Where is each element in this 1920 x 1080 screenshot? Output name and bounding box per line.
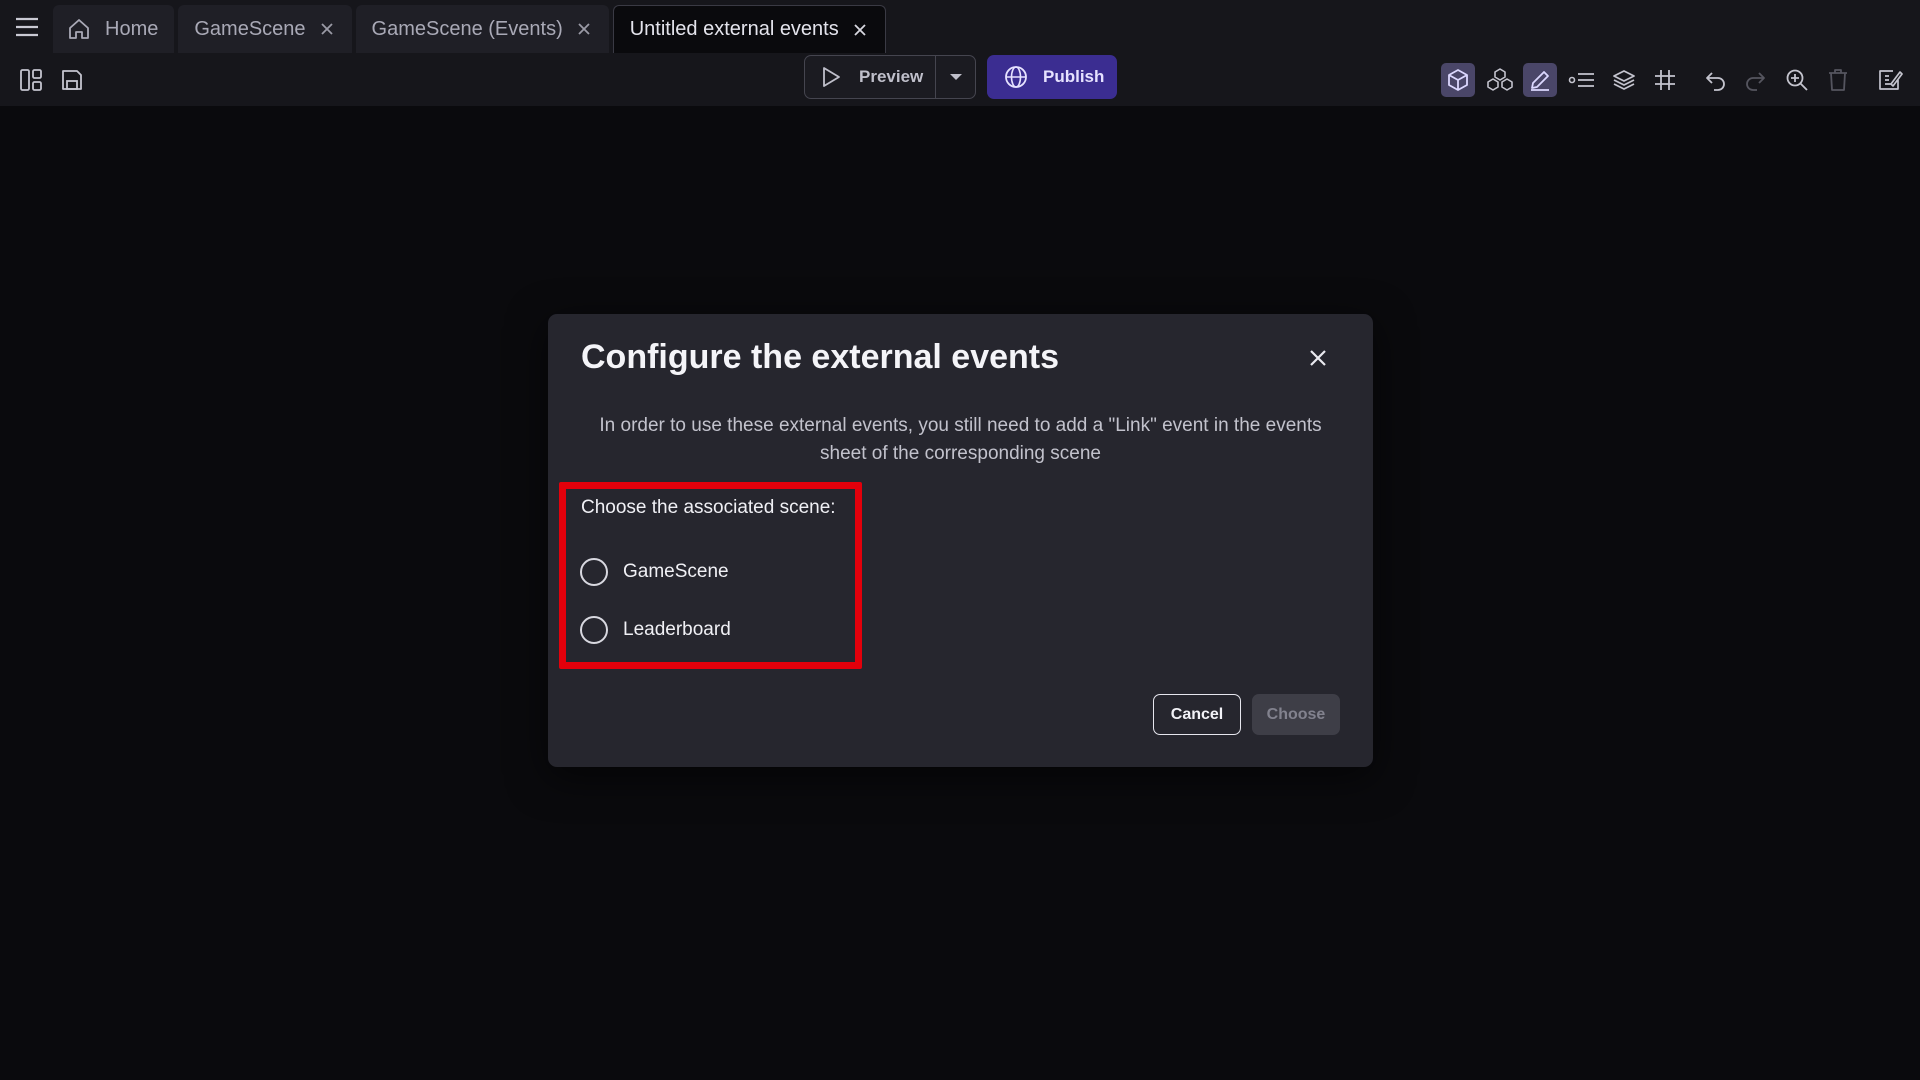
tab-untitled-external-events[interactable]: Untitled external events — [612, 5, 886, 53]
grid-icon[interactable] — [1648, 63, 1682, 97]
publish-button[interactable]: Publish — [987, 55, 1117, 99]
radio-button[interactable] — [580, 558, 608, 586]
layers-icon[interactable] — [1607, 63, 1641, 97]
configure-external-events-dialog: Configure the external events In order t… — [548, 314, 1373, 767]
main-menu-button[interactable] — [0, 0, 53, 53]
cancel-button[interactable]: Cancel — [1153, 694, 1241, 735]
hamburger-menu-icon — [15, 17, 38, 36]
caret-down-icon — [949, 74, 962, 80]
zoom-icon[interactable] — [1780, 63, 1814, 97]
tab-gamescene-events[interactable]: GameScene (Events) — [355, 5, 609, 53]
globe-icon — [1005, 66, 1027, 88]
radio-option-gamescene[interactable]: GameScene — [580, 558, 729, 586]
edit-scene-icon[interactable] — [1873, 63, 1907, 97]
tab-label: GameScene — [194, 17, 306, 40]
dialog-title: Configure the external events — [581, 338, 1060, 376]
toolbar: Preview Publish — [0, 53, 1920, 106]
preview-options-dropdown[interactable] — [936, 56, 975, 98]
objects-group-icon[interactable] — [1483, 63, 1517, 97]
preview-button-group: Preview — [804, 55, 976, 99]
tab-gamescene[interactable]: GameScene — [178, 5, 352, 53]
choose-scene-label: Choose the associated scene: — [581, 497, 836, 518]
tab-label: GameScene (Events) — [371, 17, 563, 40]
publish-label: Publish — [1043, 67, 1105, 86]
choose-button[interactable]: Choose — [1252, 694, 1340, 735]
delete-icon[interactable] — [1821, 63, 1855, 97]
undo-icon[interactable] — [1698, 63, 1732, 97]
radio-option-leaderboard[interactable]: Leaderboard — [580, 616, 731, 644]
close-icon[interactable] — [853, 23, 867, 37]
tab-label: Home — [105, 17, 159, 40]
dialog-description: In order to use these external events, y… — [599, 415, 1322, 464]
app-window: Home GameScene GameScene (Events) Untitl… — [0, 0, 1920, 1080]
close-icon[interactable] — [577, 22, 591, 36]
cube-icon[interactable] — [1441, 63, 1475, 97]
tab-home[interactable]: Home — [53, 5, 175, 53]
radio-label: Leaderboard — [623, 619, 731, 640]
radio-button[interactable] — [580, 616, 608, 644]
home-icon — [69, 19, 89, 39]
play-icon — [823, 67, 840, 87]
properties-list-icon[interactable] — [1565, 63, 1599, 97]
panels-icon[interactable] — [14, 63, 48, 97]
tab-label: Untitled external events — [629, 18, 839, 40]
close-dialog-button[interactable] — [1302, 342, 1334, 374]
radio-label: GameScene — [623, 561, 729, 582]
edit-icon[interactable] — [1523, 63, 1557, 97]
close-icon[interactable] — [320, 22, 334, 36]
tab-bar: Home GameScene GameScene (Events) Untitl… — [0, 0, 1920, 53]
close-icon — [1310, 350, 1326, 366]
redo-icon[interactable] — [1739, 63, 1773, 97]
save-icon[interactable] — [55, 63, 89, 97]
preview-button[interactable]: Preview — [805, 56, 936, 98]
preview-label: Preview — [859, 67, 924, 86]
